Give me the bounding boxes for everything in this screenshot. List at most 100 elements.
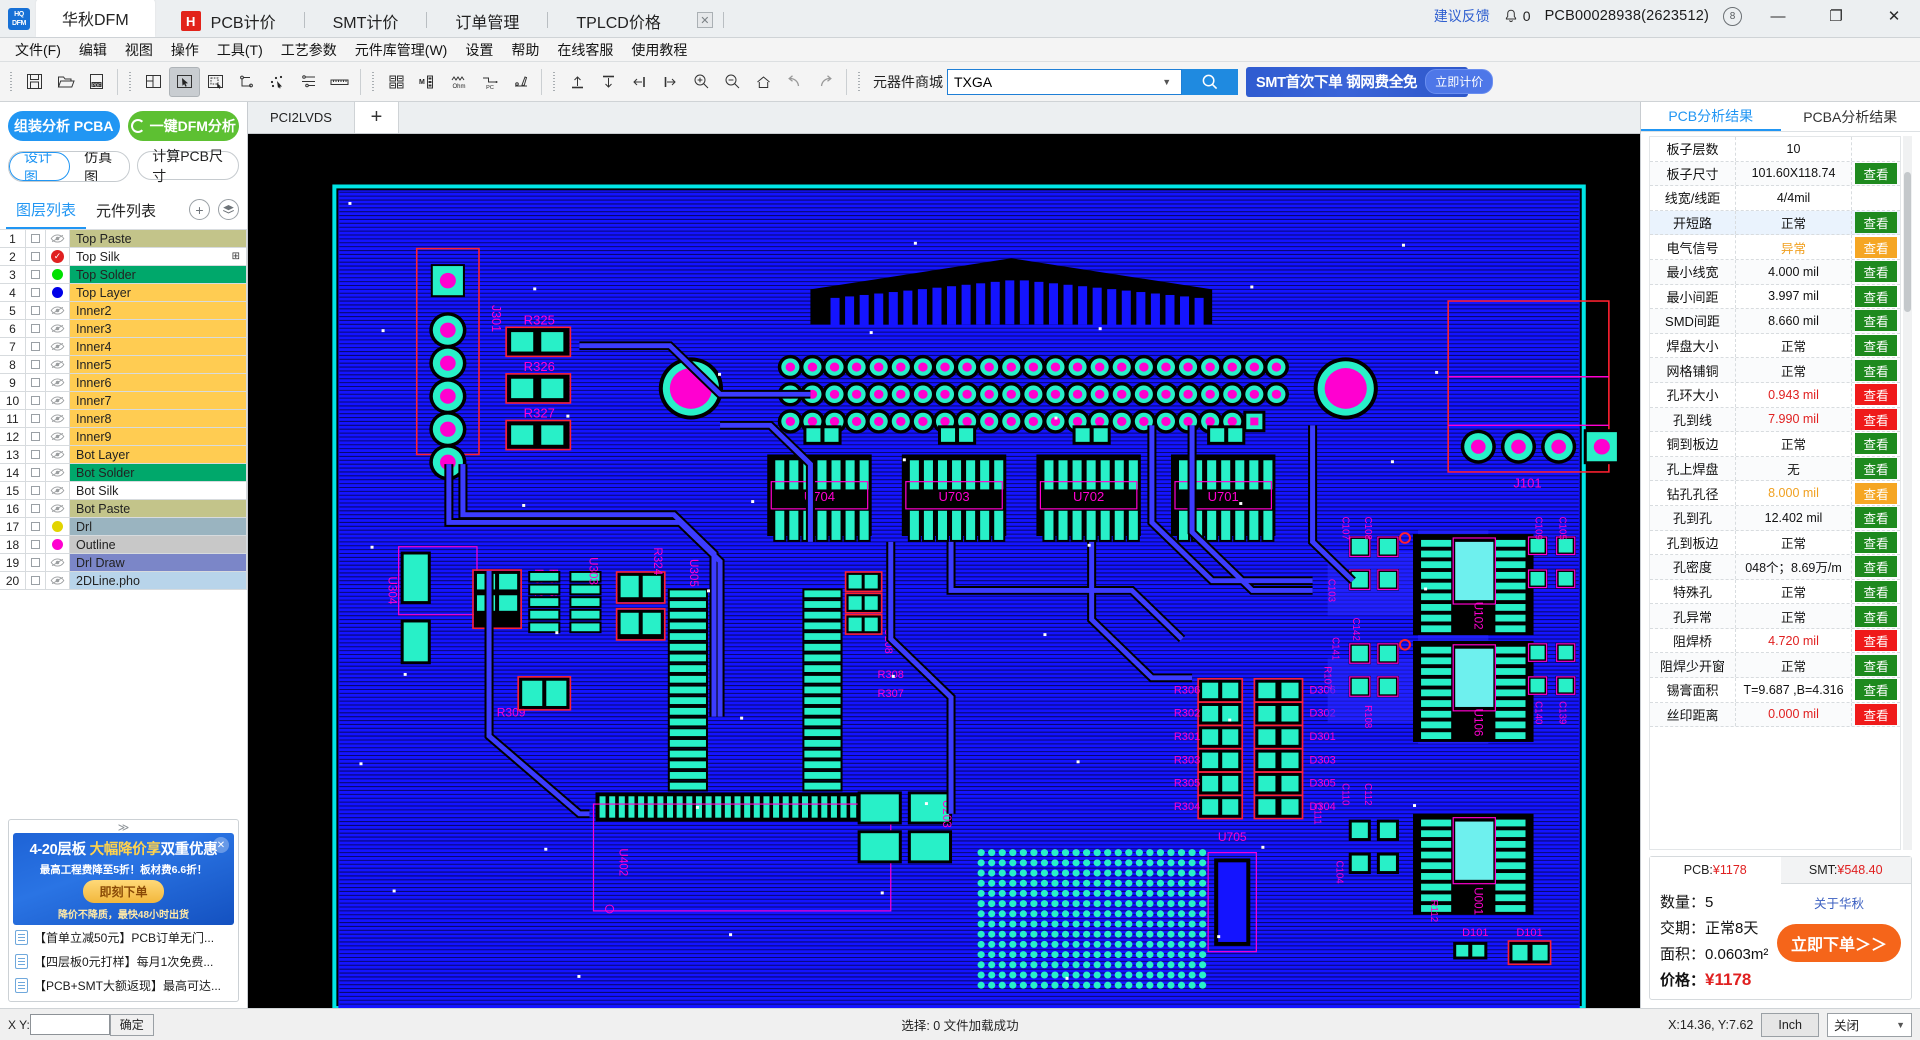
segment-design-view[interactable]: 设计图 — [9, 152, 70, 181]
layer-marker[interactable] — [46, 500, 70, 518]
layer-marker[interactable] — [46, 536, 70, 554]
view-detail-button[interactable]: 查看 — [1855, 409, 1897, 430]
layer-name[interactable]: Top Layer — [70, 284, 247, 302]
calc-pcb-size-button[interactable]: 计算PCB尺寸 — [137, 151, 239, 180]
layer-checkbox[interactable] — [26, 464, 46, 482]
layer-row[interactable]: 13Bot Layer — [0, 446, 247, 464]
layer-marker[interactable] — [46, 320, 70, 338]
panelize-icon[interactable] — [381, 67, 412, 97]
layer-name[interactable]: Drl Draw — [70, 554, 247, 572]
analysis-row[interactable]: 最小线宽4.000 mil查看 — [1650, 260, 1900, 285]
view-detail-button[interactable]: 查看 — [1855, 335, 1897, 356]
analysis-row[interactable]: 板子层数10 — [1650, 137, 1900, 162]
align-right-icon[interactable] — [655, 67, 686, 97]
view-detail-button[interactable]: 查看 — [1855, 163, 1897, 184]
analysis-row[interactable]: 孔环大小0.943 mil查看 — [1650, 383, 1900, 408]
ruler-icon[interactable] — [324, 67, 355, 97]
align-left-icon[interactable] — [624, 67, 655, 97]
layer-row[interactable]: 5Inner2 — [0, 302, 247, 320]
view-detail-button[interactable]: 查看 — [1855, 630, 1897, 651]
analysis-row[interactable]: 特殊孔正常查看 — [1650, 580, 1900, 605]
layer-checkbox[interactable] — [26, 428, 46, 446]
analysis-row[interactable]: 电气信号异常查看 — [1650, 235, 1900, 260]
layer-marker[interactable] — [46, 230, 70, 248]
menu-online-support[interactable]: 在线客服 — [548, 38, 622, 62]
menu-view[interactable]: 视图 — [116, 38, 162, 62]
assembly-analysis-button[interactable]: 组装分析 PCBA — [8, 111, 120, 141]
menu-component-library[interactable]: 元件库管理(W) — [346, 38, 457, 62]
grid-icon[interactable]: ⊞ — [232, 251, 240, 262]
layer-name[interactable]: Outline — [70, 536, 247, 554]
layer-checkbox[interactable] — [26, 410, 46, 428]
view-detail-button[interactable]: 查看 — [1855, 212, 1897, 233]
mode-select[interactable]: 关闭 ▼ — [1827, 1013, 1912, 1037]
document-tab-pci2lvds[interactable]: PCI2LVDS — [248, 102, 355, 133]
layer-color-swatch[interactable] — [52, 269, 63, 280]
align-top-icon[interactable] — [562, 67, 593, 97]
layer-name[interactable]: Bot Paste — [70, 500, 247, 518]
visibility-eye-icon[interactable] — [50, 414, 65, 423]
plus-icon[interactable]: + — [355, 102, 399, 133]
layer-name[interactable]: Inner5 — [70, 356, 247, 374]
analysis-row[interactable]: SMD间距8.660 mil查看 — [1650, 309, 1900, 334]
order-now-button[interactable]: 立即下单＞＞ — [1777, 924, 1901, 962]
analysis-row[interactable]: 板子尺寸101.60X118.74查看 — [1650, 162, 1900, 187]
visibility-eye-icon[interactable] — [50, 234, 65, 243]
layer-checkbox[interactable] — [26, 554, 46, 572]
account-icon[interactable]: 8 — [1723, 7, 1742, 26]
layer-checkbox[interactable] — [26, 266, 46, 284]
layer-name[interactable]: Bot Silk — [70, 482, 247, 500]
visibility-eye-icon[interactable] — [50, 468, 65, 477]
visibility-eye-icon[interactable] — [50, 486, 65, 495]
view-detail-button[interactable]: 查看 — [1855, 655, 1897, 676]
promo-link-item[interactable]: 【首单立减50元】PCB订单无门... — [13, 925, 234, 949]
zoom-in-icon[interactable] — [686, 67, 717, 97]
layer-color-swatch[interactable] — [52, 521, 63, 532]
view-detail-button[interactable]: 查看 — [1855, 679, 1897, 700]
layer-row[interactable]: 16Bot Paste — [0, 500, 247, 518]
visibility-eye-icon[interactable] — [50, 504, 65, 513]
ohm-icon[interactable]: Ohm — [443, 67, 474, 97]
layer-row[interactable]: 1Top Paste — [0, 230, 247, 248]
measure-path-icon[interactable] — [231, 67, 262, 97]
view-detail-button[interactable]: 查看 — [1855, 704, 1897, 725]
layer-checkbox[interactable] — [26, 374, 46, 392]
toolbar-grip[interactable] — [127, 70, 134, 94]
layer-name[interactable]: Top Solder — [70, 266, 247, 284]
menu-tools[interactable]: 工具(T) — [208, 38, 272, 62]
view-detail-button[interactable]: 查看 — [1855, 237, 1897, 258]
layer-row[interactable]: 2✓Top Silk⊞ — [0, 248, 247, 266]
minimize-button[interactable]: — — [1756, 0, 1800, 33]
layer-name[interactable]: Bot Solder — [70, 464, 247, 482]
notification-area[interactable]: 0 — [1504, 8, 1531, 24]
pcb-render[interactable]: J301R325R326R327U704U703U702U701U304R322… — [248, 134, 1640, 1008]
menu-edit[interactable]: 编辑 — [70, 38, 116, 62]
layer-row[interactable]: 7Inner4 — [0, 338, 247, 356]
analysis-row[interactable]: 孔到线7.990 mil查看 — [1650, 408, 1900, 433]
layer-checkbox[interactable] — [26, 302, 46, 320]
layer-checkbox[interactable] — [26, 446, 46, 464]
layer-row[interactable]: 10Inner7 — [0, 392, 247, 410]
layer-row[interactable]: 9Inner6 — [0, 374, 247, 392]
visibility-eye-icon[interactable] — [50, 306, 65, 315]
layer-row[interactable]: 14Bot Solder — [0, 464, 247, 482]
xy-input[interactable] — [30, 1014, 110, 1035]
layer-name[interactable]: Inner2 — [70, 302, 247, 320]
layer-marker[interactable] — [46, 572, 70, 590]
layer-row[interactable]: 6Inner3 — [0, 320, 247, 338]
window-tab-tplcd[interactable]: TPLCD价格 — [550, 5, 686, 37]
layer-row[interactable]: 8Inner5 — [0, 356, 247, 374]
visibility-eye-icon[interactable] — [50, 378, 65, 387]
smt-promo-banner[interactable]: SMT首次下单 钢网费全免 立即计价 — [1246, 67, 1468, 97]
visibility-eye-icon[interactable] — [50, 576, 65, 585]
layer-checkbox[interactable] — [26, 338, 46, 356]
pcb-canvas[interactable]: J301R325R326R327U704U703U702U701U304R322… — [248, 134, 1640, 1008]
align-bottom-icon[interactable] — [593, 67, 624, 97]
layer-row[interactable]: 18Outline — [0, 536, 247, 554]
select-cursor-icon[interactable] — [169, 67, 200, 97]
layer-marker[interactable] — [46, 374, 70, 392]
promo-link-item[interactable]: 【四层板0元打样】每月1次免费... — [13, 949, 234, 973]
layer-name[interactable]: Inner3 — [70, 320, 247, 338]
chevron-double-down-icon[interactable]: ≫ — [13, 823, 234, 833]
home-icon[interactable] — [748, 67, 779, 97]
